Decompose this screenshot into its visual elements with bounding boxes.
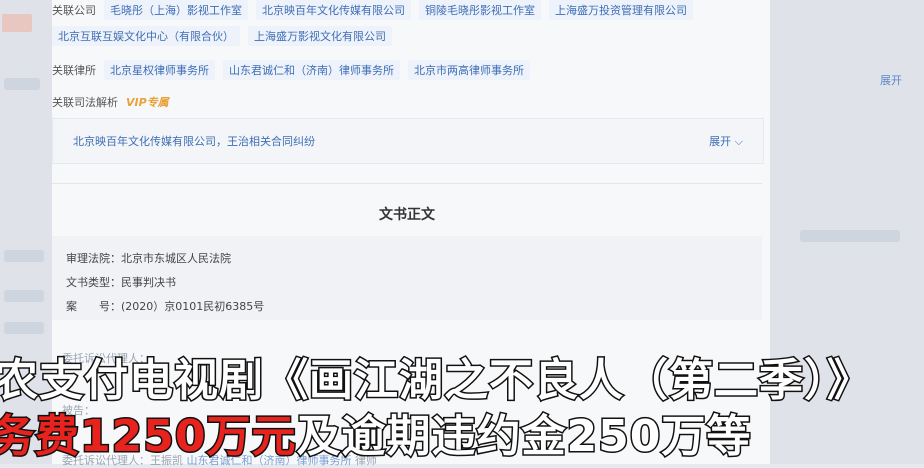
company-tag[interactable]: 铜陵毛晓彤影视工作室	[419, 0, 541, 20]
expand-button[interactable]: 展开 ⌵	[709, 133, 743, 149]
related-law-firms-label: 关联律所	[52, 64, 96, 77]
document-title: 文书正文	[379, 207, 435, 223]
video-caption-line-1: 农支付电视剧《画江湖之不良人（第二季）》	[0, 354, 873, 408]
law-firm-tag[interactable]: 山东君诚仁和（济南）律师事务所	[223, 60, 400, 80]
judicial-analysis-row: 关联司法解析 VIP专属	[52, 94, 169, 110]
judicial-analysis-box: 北京映百年文化传媒有限公司，王治相关合同纠纷 展开 ⌵	[52, 118, 764, 164]
vip-badge: VIP专属	[126, 96, 169, 109]
case-number-label: 案 号：	[66, 300, 121, 313]
company-tag[interactable]: 北京互联互娱文化中心（有限合伙）	[52, 26, 240, 46]
video-caption-line-2: 务费1250万元及逾期违约金250万等	[0, 400, 752, 464]
law-firm-tag[interactable]: 北京市两高律师事务所	[408, 60, 530, 80]
case-number-line: 案 号：(2020）京0101民初6385号	[66, 298, 264, 314]
background-badge	[2, 14, 32, 32]
background-blur	[4, 290, 44, 302]
expand-label: 展开	[709, 135, 732, 148]
caption-rest: 及逾期违约金250万等	[295, 410, 752, 464]
chevron-down-icon: ⌵	[734, 135, 743, 148]
background-blur	[4, 322, 44, 334]
caption-highlight: 务费1250万元	[0, 410, 297, 464]
company-tag[interactable]: 上海盛万投资管理有限公司	[549, 0, 693, 20]
section-divider	[52, 183, 762, 184]
judicial-case-link[interactable]: 北京映百年文化传媒有限公司，王治相关合同纠纷	[73, 133, 315, 149]
background-blur	[4, 250, 44, 262]
court-text: 审理法院：北京市东城区人民法院	[66, 252, 231, 265]
document-info-box: 审理法院：北京市东城区人民法院 文书类型：民事判决书 案 号：(2020）京01…	[52, 236, 762, 320]
related-companies-row: 关联公司 毛晓彤（上海）影视工作室 北京映百年文化传媒有限公司 铜陵毛晓彤影视工…	[52, 0, 693, 20]
case-number: (2020）京0101民初6385号	[121, 300, 265, 313]
company-tag[interactable]: 毛晓彤（上海）影视工作室	[104, 0, 248, 20]
background-expand-text: 展开	[880, 74, 902, 87]
company-tag[interactable]: 上海盛万影视文化有限公司	[248, 26, 392, 46]
company-tag[interactable]: 北京映百年文化传媒有限公司	[256, 0, 411, 20]
background-blur	[800, 230, 900, 242]
law-firm-tag[interactable]: 北京星权律师事务所	[104, 60, 215, 80]
related-law-firms-row: 关联律所 北京星权律师事务所 山东君诚仁和（济南）律师事务所 北京市两高律师事务…	[52, 60, 530, 80]
doc-type-text: 文书类型：民事判决书	[66, 276, 176, 289]
judicial-analysis-label: 关联司法解析	[52, 96, 118, 109]
related-companies-row-2: 北京互联互娱文化中心（有限合伙） 上海盛万影视文化有限公司	[52, 26, 392, 46]
background-blur	[4, 78, 40, 90]
related-companies-label: 关联公司	[52, 4, 96, 17]
